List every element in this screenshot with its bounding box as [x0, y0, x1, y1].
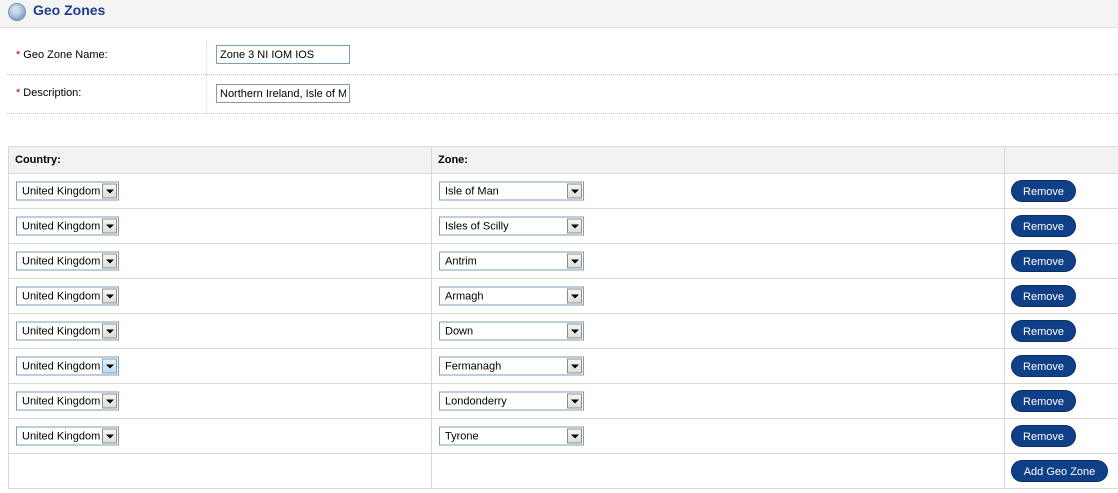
- chevron-down-icon[interactable]: [102, 393, 117, 409]
- zone-select[interactable]: Fermanagh: [439, 356, 584, 376]
- table-header-row: Country: Zone:: [8, 146, 1118, 174]
- zone-select[interactable]: Antrim: [439, 251, 584, 271]
- table-row: United Kingdom Fermanagh Remove: [8, 348, 1118, 384]
- geo-zone-name-row: * Geo Zone Name:: [7, 40, 1118, 75]
- zones-table: Country: Zone: United Kingdom Isle of Ma…: [8, 146, 1118, 489]
- table-row: United Kingdom Armagh Remove: [8, 278, 1118, 314]
- table-row: United Kingdom Londonderry Remove: [8, 383, 1118, 419]
- chevron-down-icon[interactable]: [567, 428, 582, 444]
- country-select[interactable]: United Kingdom: [16, 356, 119, 376]
- action-column-header: [1004, 146, 1118, 174]
- divider: [206, 40, 207, 74]
- zone-select[interactable]: Isle of Man: [439, 181, 584, 201]
- chevron-down-icon[interactable]: [567, 218, 582, 234]
- remove-button[interactable]: Remove: [1011, 285, 1076, 307]
- chevron-down-icon[interactable]: [567, 358, 582, 374]
- chevron-down-icon[interactable]: [567, 393, 582, 409]
- chevron-down-icon[interactable]: [102, 218, 117, 234]
- country-select[interactable]: United Kingdom: [16, 181, 119, 201]
- remove-button[interactable]: Remove: [1011, 425, 1076, 447]
- chevron-down-icon[interactable]: [102, 428, 117, 444]
- chevron-down-icon[interactable]: [102, 183, 117, 199]
- geo-zone-name-label: * Geo Zone Name:: [16, 49, 108, 61]
- remove-button[interactable]: Remove: [1011, 320, 1076, 342]
- chevron-down-icon[interactable]: [567, 253, 582, 269]
- table-row: United Kingdom Isle of Man Remove: [8, 173, 1118, 209]
- country-select[interactable]: United Kingdom: [16, 426, 119, 446]
- country-select[interactable]: United Kingdom: [16, 391, 119, 411]
- required-marker: *: [16, 87, 21, 99]
- required-marker: *: [16, 49, 21, 61]
- table-row: United Kingdom Isles of Scilly Remove: [8, 208, 1118, 244]
- zone-select[interactable]: Armagh: [439, 286, 584, 306]
- zone-column-header: Zone:: [431, 146, 1005, 174]
- divider: [206, 75, 207, 113]
- chevron-down-icon[interactable]: [102, 253, 117, 269]
- chevron-down-icon[interactable]: [102, 323, 117, 339]
- page-header: Geo Zones: [0, 0, 1118, 28]
- page-title: Geo Zones: [33, 2, 106, 18]
- remove-button[interactable]: Remove: [1011, 390, 1076, 412]
- zone-select[interactable]: Down: [439, 321, 584, 341]
- chevron-down-icon[interactable]: [567, 323, 582, 339]
- remove-button[interactable]: Remove: [1011, 180, 1076, 202]
- chevron-down-icon[interactable]: [102, 288, 117, 304]
- description-row: * Description:: [7, 75, 1118, 114]
- add-row: Add Geo Zone: [8, 453, 1118, 489]
- country-select[interactable]: United Kingdom: [16, 216, 119, 236]
- chevron-down-icon[interactable]: [567, 288, 582, 304]
- remove-button[interactable]: Remove: [1011, 250, 1076, 272]
- zone-select[interactable]: Tyrone: [439, 426, 584, 446]
- remove-button[interactable]: Remove: [1011, 355, 1076, 377]
- country-select[interactable]: United Kingdom: [16, 251, 119, 271]
- country-select[interactable]: United Kingdom: [16, 286, 119, 306]
- zone-select[interactable]: Isles of Scilly: [439, 216, 584, 236]
- country-column-header: Country:: [8, 146, 432, 174]
- remove-button[interactable]: Remove: [1011, 215, 1076, 237]
- description-label: * Description:: [16, 87, 82, 99]
- zone-select[interactable]: Londonderry: [439, 391, 584, 411]
- chevron-down-icon[interactable]: [567, 183, 582, 199]
- table-row: United Kingdom Down Remove: [8, 313, 1118, 349]
- chevron-down-icon[interactable]: [102, 358, 117, 374]
- geo-zone-name-input[interactable]: [216, 45, 350, 64]
- table-row: United Kingdom Tyrone Remove: [8, 418, 1118, 454]
- globe-icon: [8, 3, 26, 21]
- add-geo-zone-button[interactable]: Add Geo Zone: [1011, 460, 1108, 482]
- description-input[interactable]: [216, 84, 350, 103]
- table-row: United Kingdom Antrim Remove: [8, 243, 1118, 279]
- country-select[interactable]: United Kingdom: [16, 321, 119, 341]
